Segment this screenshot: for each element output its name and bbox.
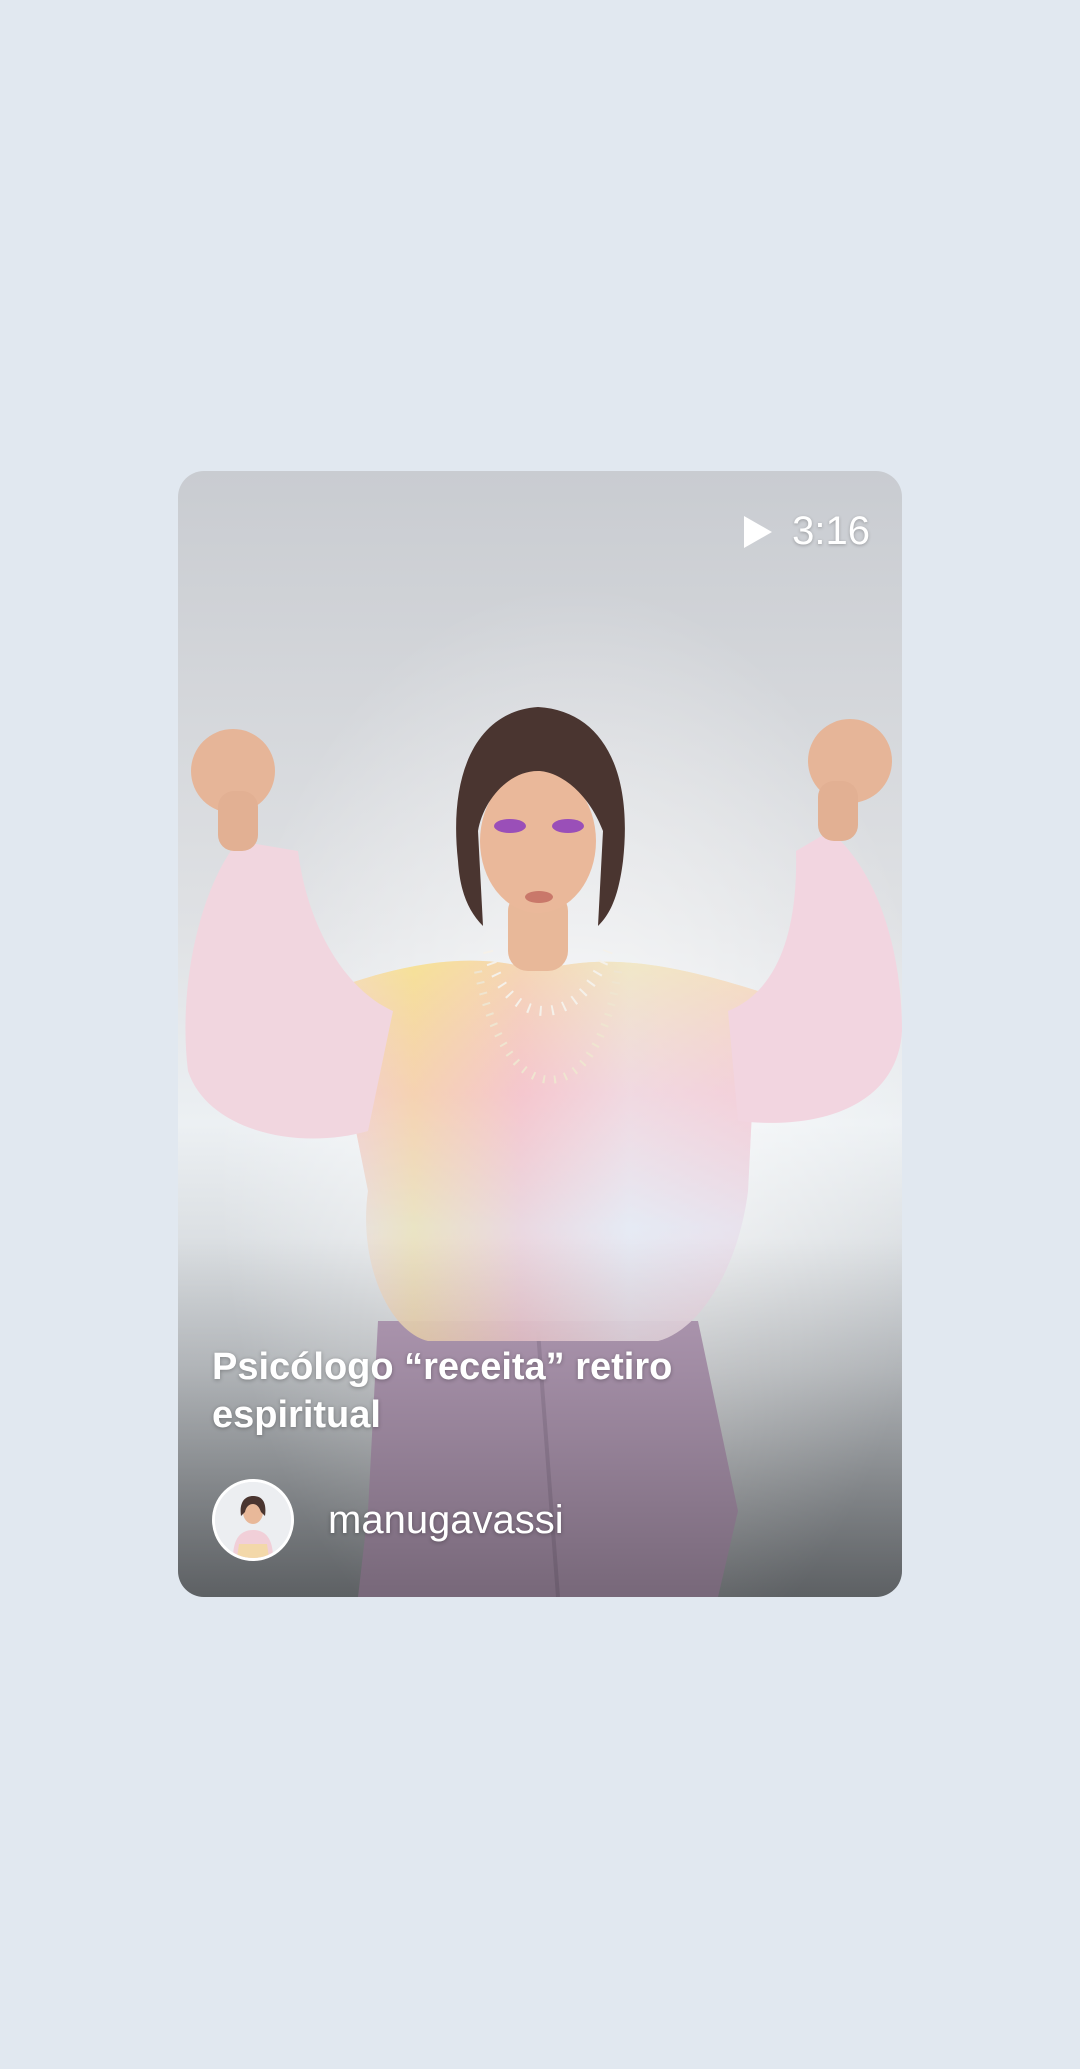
play-icon xyxy=(744,515,773,548)
author-row[interactable]: manugavassi xyxy=(212,1479,564,1561)
author-avatar[interactable] xyxy=(212,1479,294,1561)
duration-label: 3:16 xyxy=(792,509,870,553)
video-duration: 3:16 xyxy=(744,509,870,554)
video-card[interactable]: 3:16 Psicólogo “receita” retiro espiritu… xyxy=(178,471,902,1597)
user-avatar-icon xyxy=(215,1482,291,1558)
feed-screen: 3:16 Psicólogo “receita” retiro espiritu… xyxy=(0,0,1080,2069)
author-username[interactable]: manugavassi xyxy=(328,1498,564,1543)
video-title[interactable]: Psicólogo “receita” retiro espiritual xyxy=(212,1343,772,1439)
